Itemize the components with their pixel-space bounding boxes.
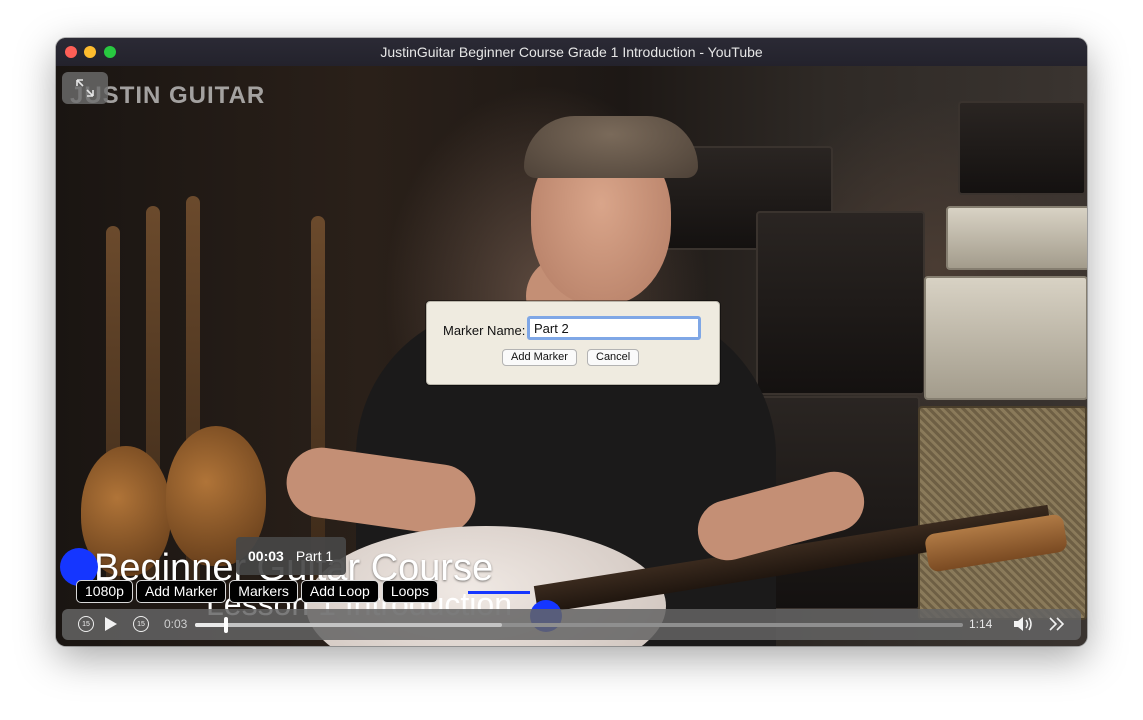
marker-tooltip-time: 00:03	[248, 548, 284, 564]
dialog-add-marker-button[interactable]: Add Marker	[502, 349, 577, 366]
marker-tooltip-label: Part 1	[295, 548, 334, 564]
play-icon-glyph	[105, 617, 117, 631]
add-marker-dialog: Marker Name: Add Marker Cancel	[426, 301, 720, 385]
scene-amp	[756, 211, 925, 395]
scene-person-cap	[524, 116, 698, 178]
forward-chevron-icon-glyph	[1049, 617, 1065, 631]
loops-button[interactable]: Loops	[381, 580, 438, 603]
add-marker-button[interactable]: Add Marker	[135, 580, 227, 603]
loop-line	[468, 591, 530, 594]
dialog-cancel-button[interactable]: Cancel	[587, 349, 640, 366]
add-loop-button[interactable]: Add Loop	[300, 580, 379, 603]
skip-back-15-icon[interactable]: 15	[78, 616, 94, 632]
quality-button[interactable]: 1080p	[76, 580, 133, 603]
skip-forward-15-icon[interactable]: 15	[133, 616, 149, 632]
video-frame[interactable]: JUSTIN GUITAR Beginner Guitar Course Les…	[56, 66, 1087, 646]
arrows-expand-icon[interactable]	[62, 72, 108, 104]
marker-tooltip[interactable]: 00:03 Part 1	[236, 537, 346, 575]
forward-chevron-icon[interactable]	[1048, 616, 1066, 635]
arrows-expand-icon-glyph	[76, 79, 94, 97]
seek-bar[interactable]	[195, 617, 963, 633]
seek-bar-buffered	[195, 623, 503, 627]
window-title: JustinGuitar Beginner Course Grade 1 Int…	[380, 44, 763, 60]
player-toolbar: 1080p Add Marker Markers Add Loop Loops	[76, 580, 438, 603]
scene-guitar	[311, 216, 325, 586]
markers-button[interactable]: Markers	[229, 580, 298, 603]
playback-controls: 15 15 0:03 1:14	[62, 609, 1081, 640]
scene-amp	[924, 276, 1087, 400]
scene-amp	[958, 101, 1086, 195]
title-bar: JustinGuitar Beginner Course Grade 1 Int…	[56, 38, 1087, 67]
marker-name-label: Marker Name:	[443, 323, 526, 338]
volume-icon-glyph	[1014, 617, 1032, 631]
play-icon[interactable]	[104, 616, 118, 635]
seek-thumb[interactable]	[223, 617, 228, 633]
scene-amp	[946, 206, 1087, 270]
seek-bar-played	[195, 623, 226, 627]
duration: 1:14	[969, 617, 993, 631]
current-time: 0:03	[164, 617, 188, 631]
volume-icon[interactable]	[1012, 615, 1036, 636]
marker-name-input[interactable]	[527, 316, 701, 340]
app-window: JustinGuitar Beginner Course Grade 1 Int…	[56, 38, 1087, 646]
